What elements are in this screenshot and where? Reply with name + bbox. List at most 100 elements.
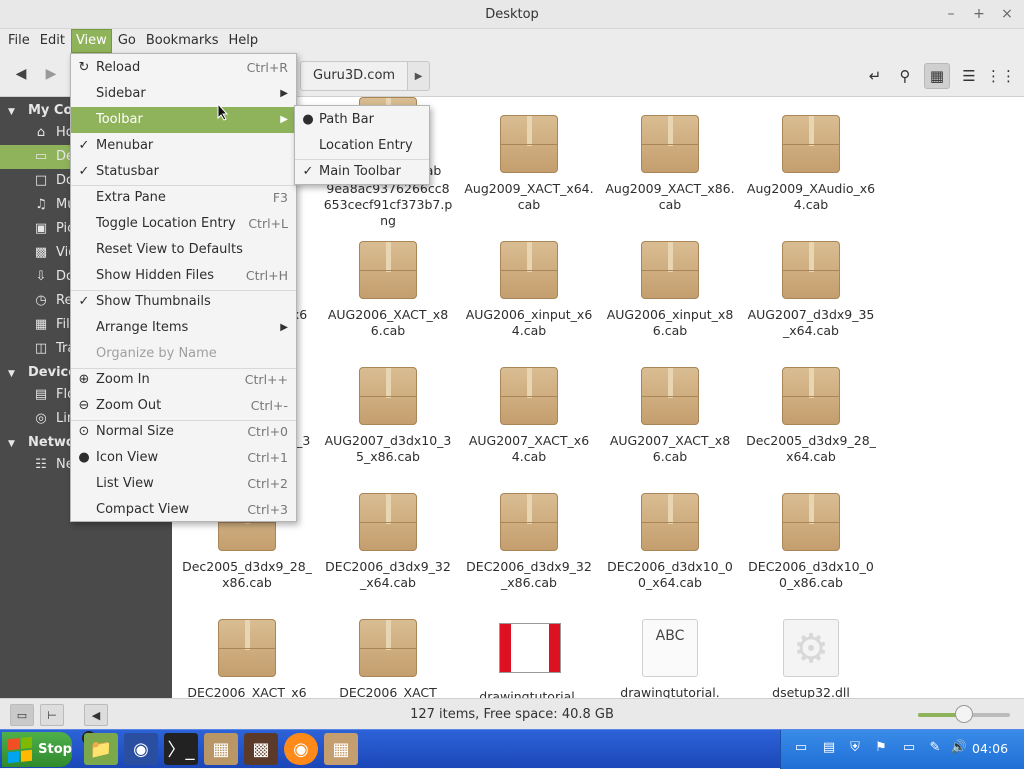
view-menu-item-zoom-out[interactable]: ⊖ Zoom Out Ctrl+- xyxy=(71,393,296,419)
file-item[interactable]: drawingtutorial. xyxy=(464,619,594,698)
menu-edit[interactable]: Edit xyxy=(36,29,69,53)
menu-item-label: Reset View to Defaults xyxy=(96,242,243,257)
forward-arrow-icon[interactable]: ▶ xyxy=(40,63,62,85)
file-item[interactable]: AUG2007_XACT_x64.cab xyxy=(464,367,594,465)
file-item[interactable]: Aug2009_XAudio_x64.cab xyxy=(746,115,876,213)
taskbar-terminal-icon[interactable]: 〉_ xyxy=(164,733,198,765)
file-item[interactable]: DEC2006_d3dx10_00_x64.cab xyxy=(605,493,735,591)
toolbar-submenu-item-main-toolbar[interactable]: ✓ Main Toolbar xyxy=(295,159,429,185)
view-menu-item-normal-size[interactable]: ⊙ Normal Size Ctrl+0 xyxy=(71,419,296,445)
file-item[interactable]: DEC2006_XACT_x64.cab xyxy=(182,619,312,698)
menu-go[interactable]: Go xyxy=(114,29,140,53)
file-item[interactable]: Dec2005_d3dx9_28_x64.cab xyxy=(746,367,876,465)
menu-item-label: Toolbar xyxy=(96,112,143,127)
trash-icon: ◫ xyxy=(34,341,48,356)
menu-mark-icon: ⊖ xyxy=(78,398,90,413)
file-item[interactable]: AUG2006_XACT_x86.cab xyxy=(323,241,453,339)
view-menu-item-compact-view[interactable]: Compact View Ctrl+3 xyxy=(71,497,296,523)
open-terminal-icon[interactable]: ↵ xyxy=(862,63,888,89)
archive-box-icon xyxy=(641,367,699,425)
file-item[interactable]: Aug2009_XACT_x64.cab xyxy=(464,115,594,213)
taskbar-file-manager-icon[interactable]: 📁 xyxy=(84,733,118,765)
file-item[interactable]: AUG2006_xinput_x64.cab xyxy=(464,241,594,339)
taskbar-orange-app-icon[interactable]: ◉ xyxy=(284,733,318,765)
view-menu-item-reload[interactable]: ↻ Reload Ctrl+R xyxy=(71,55,296,81)
archive-box-icon xyxy=(782,241,840,299)
file-label: Aug2009_XACT_x86.cab xyxy=(605,181,735,212)
taskbar-package-icon[interactable]: ▦ xyxy=(324,733,358,765)
file-view[interactable]: Lain Wallpapers9ea8ac9376266cc8653cecf91… xyxy=(172,97,1024,698)
view-menu-item-extra-pane[interactable]: Extra Pane F3 xyxy=(71,185,296,211)
icon-view-icon[interactable]: ▦ xyxy=(924,63,950,89)
path-crumb[interactable]: Guru3D.com xyxy=(300,61,409,91)
zoom-slider-knob[interactable] xyxy=(955,705,973,723)
file-item[interactable]: Aug2009_XACT_x86.cab xyxy=(605,115,735,213)
file-item[interactable]: DEC2006_d3dx9_32_x86.cab xyxy=(464,493,594,591)
file-item[interactable]: AUG2007_XACT_x86.cab xyxy=(605,367,735,465)
file-label: DEC2006_XACT_x64.cab xyxy=(187,685,307,698)
view-menu-item-statusbar[interactable]: ✓ Statusbar xyxy=(71,159,296,185)
toolbar-submenu: ● Path Bar Location Entry ✓ Main Toolbar xyxy=(294,105,430,185)
sidebar-heading-my-computer[interactable]: ▼ My Co xyxy=(8,100,72,122)
library-gear-icon: ⚙ xyxy=(783,619,839,677)
toolbar-submenu-item-location-entry[interactable]: Location Entry xyxy=(295,133,429,159)
taskbar-archive-icon[interactable]: ▦ xyxy=(204,733,238,765)
menu-view[interactable]: View xyxy=(70,29,112,53)
back-arrow-icon[interactable]: ◀ xyxy=(10,63,32,85)
view-menu-item-sidebar[interactable]: Sidebar ▶ xyxy=(71,81,296,107)
view-menu-item-arrange-items[interactable]: Arrange Items ▶ xyxy=(71,315,296,341)
view-menu-item-toolbar[interactable]: Toolbar ▶ xyxy=(71,107,296,133)
file-item[interactable]: DEC2006_d3dx10_00_x86.cab xyxy=(746,493,876,591)
menu-accelerator: Ctrl+L xyxy=(248,216,288,231)
sidebar-heading-devices[interactable]: ▼ Device xyxy=(8,362,77,384)
videos-icon: ▩ xyxy=(34,245,48,260)
file-label: AUG2007_d3dx10_35_x86.cab xyxy=(324,433,452,464)
file-label: Dec2005_d3dx9_28_x64.cab xyxy=(746,433,876,464)
view-menu-item-reset-view-to-defaults[interactable]: Reset View to Defaults xyxy=(71,237,296,263)
network-tray-icon[interactable]: ✎ xyxy=(925,740,945,758)
taskbar-firefox-icon[interactable]: ◉ xyxy=(124,733,158,765)
close-button[interactable]: × xyxy=(996,4,1018,24)
menu-separator xyxy=(71,290,296,291)
menu-file[interactable]: File xyxy=(4,29,34,53)
file-label: AUG2007_XACT_x64.cab xyxy=(468,433,590,464)
compact-view-icon[interactable]: ⋮⋮ xyxy=(986,63,1016,89)
view-menu-item-zoom-in[interactable]: ⊕ Zoom In Ctrl++ xyxy=(71,367,296,393)
menu-help[interactable]: Help xyxy=(224,29,262,53)
update-tray-icon[interactable]: ⚑ xyxy=(871,740,891,758)
list-view-icon[interactable]: ☰ xyxy=(956,63,982,89)
volume-tray-icon[interactable]: 🔊 xyxy=(949,740,969,758)
view-menu-item-list-view[interactable]: List View Ctrl+2 xyxy=(71,471,296,497)
menu-accelerator: Ctrl+0 xyxy=(247,424,288,439)
file-item[interactable]: ABC drawingtutorial. xyxy=(605,619,735,698)
file-item[interactable]: DEC2006_d3dx9_32_x64.cab xyxy=(323,493,453,591)
display-tray-icon[interactable]: ▭ xyxy=(899,740,919,758)
view-menu-item-show-thumbnails[interactable]: ✓ Show Thumbnails xyxy=(71,289,296,315)
search-icon[interactable]: ⚲ xyxy=(892,63,918,89)
maximize-button[interactable]: + xyxy=(968,4,990,24)
file-item[interactable]: ⚙ dsetup32.dll xyxy=(746,619,876,698)
menu-item-label: Zoom In xyxy=(96,372,150,387)
clipboard-tray-icon[interactable]: ▤ xyxy=(819,740,839,758)
sidebar-heading-network[interactable]: ▼ Netwo xyxy=(8,432,75,454)
view-menu-item-toggle-location-entry[interactable]: Toggle Location Entry Ctrl+L xyxy=(71,211,296,237)
view-menu-item-icon-view[interactable]: ● Icon View Ctrl+1 xyxy=(71,445,296,471)
toolbar-submenu-item-path-bar[interactable]: ● Path Bar xyxy=(295,107,429,133)
menu-accelerator: Ctrl+1 xyxy=(247,450,288,465)
clock: 04:06 xyxy=(972,741,1009,756)
taskbar-app-icon[interactable]: ▩ xyxy=(244,733,278,765)
shield-tray-icon[interactable]: ⛨ xyxy=(845,740,865,758)
path-next-arrow-icon[interactable]: ▶ xyxy=(408,61,431,91)
file-item[interactable]: AUG2007_d3dx9_35_x64.cab xyxy=(746,241,876,339)
view-menu: ↻ Reload Ctrl+R Sidebar ▶ Toolbar ▶ ✓ Menubar ✓ St… xyxy=(70,53,297,522)
menu-mark-icon: ✓ xyxy=(78,138,90,153)
file-item[interactable]: DEC2006_XACT xyxy=(323,619,453,698)
view-menu-item-menubar[interactable]: ✓ Menubar xyxy=(71,133,296,159)
minimize-button[interactable]: – xyxy=(940,4,962,24)
file-item[interactable]: AUG2006_xinput_x86.cab xyxy=(605,241,735,339)
file-item[interactable]: AUG2007_d3dx10_35_x86.cab xyxy=(323,367,453,465)
menu-bookmarks[interactable]: Bookmarks xyxy=(142,29,223,53)
start-button[interactable]: Stop xyxy=(2,732,72,767)
view-menu-item-show-hidden-files[interactable]: Show Hidden Files Ctrl+H xyxy=(71,263,296,289)
desktop-tray-icon[interactable]: ▭ xyxy=(791,740,811,758)
